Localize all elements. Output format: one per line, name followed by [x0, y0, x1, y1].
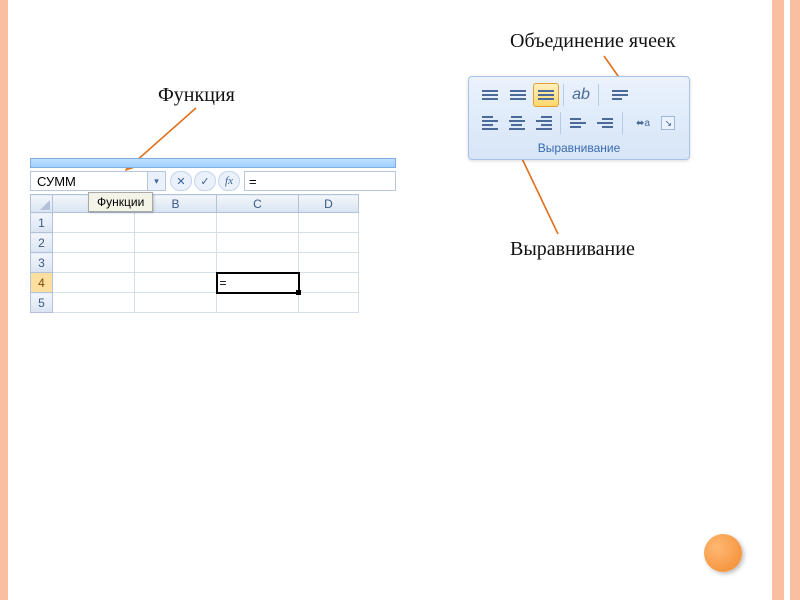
formula-bar: СУММ ▾ ✕ ✓ fx = [30, 170, 396, 192]
cell[interactable] [217, 233, 299, 253]
row-header[interactable]: 4 [31, 273, 53, 293]
row-header[interactable]: 3 [31, 253, 53, 273]
slide-number-dot [704, 534, 742, 572]
col-header[interactable]: C [217, 195, 299, 213]
indent-increase-icon [597, 118, 613, 128]
cell[interactable] [299, 293, 359, 313]
align-right-icon [536, 116, 552, 130]
formula-input[interactable]: = [244, 171, 396, 191]
cell[interactable] [53, 273, 135, 293]
name-box-dropdown-icon[interactable]: ▾ [148, 171, 166, 191]
cell[interactable] [53, 233, 135, 253]
valign-middle-icon [510, 90, 526, 100]
decor-stripe-right-a [772, 0, 784, 600]
active-cell[interactable]: = [217, 273, 299, 293]
cell[interactable] [217, 253, 299, 273]
align-left-button[interactable] [477, 111, 502, 135]
indent-decrease-icon [570, 118, 586, 128]
separator [622, 112, 623, 134]
cell[interactable] [299, 253, 359, 273]
select-all-corner[interactable] [31, 195, 53, 213]
merge-center-button[interactable]: ⬌a [627, 111, 660, 135]
wrap-text-icon [612, 90, 628, 100]
window-titlebar [30, 158, 396, 168]
cell[interactable] [53, 213, 135, 233]
callout-merge: Объединение ячеек [510, 30, 676, 53]
cell[interactable] [135, 253, 217, 273]
cancel-formula-button[interactable]: ✕ [170, 171, 192, 191]
enter-formula-button[interactable]: ✓ [194, 171, 216, 191]
valign-bottom-button[interactable] [533, 83, 559, 107]
cell[interactable] [53, 293, 135, 313]
row-header[interactable]: 2 [31, 233, 53, 253]
align-right-button[interactable] [531, 111, 556, 135]
separator [560, 112, 561, 134]
orientation-icon: ab [572, 86, 590, 104]
cell[interactable] [299, 213, 359, 233]
cell[interactable] [135, 273, 217, 293]
separator [563, 84, 564, 106]
slide-canvas: Функция Объединение ячеек Выравнивание С… [10, 0, 770, 600]
row-header[interactable]: 1 [31, 213, 53, 233]
functions-tooltip: Функции [88, 192, 153, 212]
valign-top-button[interactable] [477, 83, 503, 107]
dialog-launcher-icon[interactable]: ↘ [661, 116, 675, 130]
row-header[interactable]: 5 [31, 293, 53, 313]
insert-function-button[interactable]: fx [218, 171, 240, 191]
decor-stripe-left [0, 0, 8, 600]
cell[interactable] [299, 273, 359, 293]
callout-alignment: Выравнивание [510, 238, 635, 261]
align-left-icon [482, 116, 498, 130]
separator [598, 84, 599, 106]
valign-bottom-icon [538, 90, 554, 100]
name-box[interactable]: СУММ [30, 171, 148, 191]
cell[interactable] [299, 233, 359, 253]
indent-decrease-button[interactable] [565, 111, 590, 135]
cell[interactable] [135, 293, 217, 313]
merge-icon: ⬌a [636, 118, 650, 129]
cell[interactable] [217, 213, 299, 233]
spreadsheet-grid: A B C D 1 2 3 4= 5 [30, 194, 359, 313]
col-header[interactable]: D [299, 195, 359, 213]
ribbon-group-label: Выравнивание [473, 139, 685, 157]
indent-increase-button[interactable] [592, 111, 617, 135]
valign-middle-button[interactable] [505, 83, 531, 107]
ribbon-alignment-group: ab ⬌a ↘ Выравнивание [468, 76, 690, 160]
excel-fragment: СУММ ▾ ✕ ✓ fx = A B C D 1 2 3 4= 5 [30, 158, 396, 313]
orientation-button[interactable]: ab [568, 83, 594, 107]
valign-top-icon [482, 90, 498, 100]
align-center-icon [509, 116, 525, 130]
cell[interactable] [135, 233, 217, 253]
cell[interactable] [217, 293, 299, 313]
cell[interactable] [53, 253, 135, 273]
cell[interactable] [135, 213, 217, 233]
align-center-button[interactable] [504, 111, 529, 135]
wrap-text-button[interactable] [603, 83, 637, 107]
decor-stripe-right-b [790, 0, 800, 600]
